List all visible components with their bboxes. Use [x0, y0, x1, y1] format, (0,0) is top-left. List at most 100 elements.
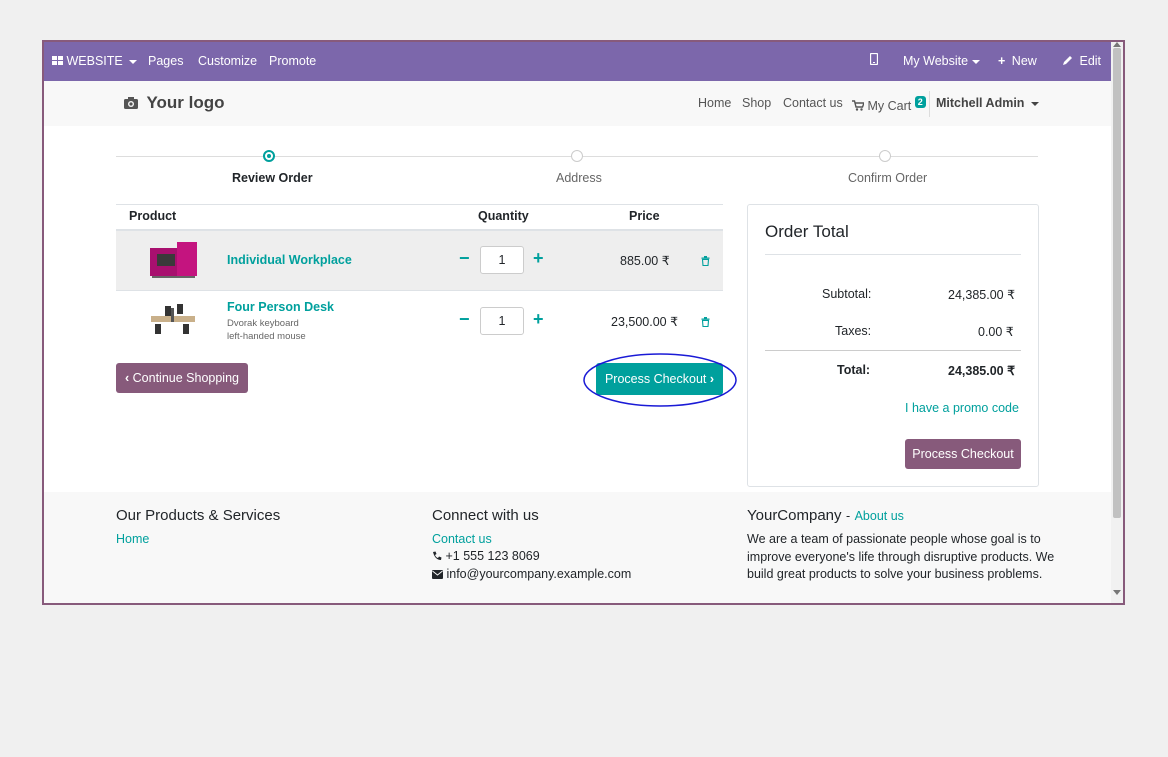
column-header-quantity: Quantity [478, 209, 529, 223]
footer-home-link[interactable]: Home [116, 532, 149, 546]
nav-contact[interactable]: Contact us [783, 96, 843, 110]
grid-icon [52, 56, 63, 65]
decrease-quantity-button[interactable]: − [459, 309, 470, 330]
product-name-four-person-desk[interactable]: Four Person Desk [227, 300, 334, 314]
site-logo[interactable]: Your logo [124, 93, 225, 113]
workplace-pod-image [150, 242, 197, 278]
email-address: info@yourcompany.example.com [446, 567, 632, 581]
promo-code-link[interactable]: I have a promo code [905, 401, 1019, 415]
footer-phone[interactable]: +1 555 123 8069 [432, 549, 540, 563]
step-dot-address [571, 150, 583, 162]
scrollbar-thumb[interactable] [1113, 48, 1121, 518]
cart-count-badge: 2 [914, 96, 926, 108]
footer-products-title: Our Products & Services [116, 507, 281, 524]
product-image-individual-workplace[interactable] [147, 240, 200, 280]
about-us-link[interactable]: About us [855, 509, 904, 523]
vertical-scrollbar[interactable] [1111, 42, 1123, 603]
pages-menu[interactable]: Pages [148, 54, 183, 68]
edit-button[interactable]: Edit [1062, 54, 1101, 68]
quantity-input[interactable]: 1 [480, 246, 524, 274]
nav-cart[interactable]: My Cart 2 [852, 96, 926, 113]
card-divider [765, 350, 1021, 351]
footer-company-heading: YourCompany - About us [747, 507, 904, 525]
cart-icon [852, 100, 866, 111]
chevron-down-icon [1031, 101, 1040, 106]
subtotal-label: Subtotal: [822, 287, 872, 301]
company-description-line: improve everyone's life through disrupti… [747, 550, 1055, 564]
my-website-label: My Website [903, 54, 969, 68]
mobile-icon [869, 52, 879, 66]
edit-label: Edit [1079, 54, 1102, 68]
logo-text: Your logo [146, 93, 225, 112]
scroll-down-arrow-icon[interactable] [1113, 590, 1121, 595]
plus-icon: + [998, 54, 1006, 68]
subtotal-value: 24,385.00 ₹ [948, 288, 1016, 302]
envelope-icon [432, 570, 443, 579]
product-variant-desc: left-handed mouse [227, 331, 306, 342]
promote-menu[interactable]: Promote [269, 54, 316, 68]
trash-icon[interactable] [701, 256, 710, 266]
chevron-down-icon [972, 59, 981, 64]
nav-shop[interactable]: Shop [742, 96, 771, 110]
order-total-title: Order Total [765, 222, 849, 241]
step-dot-confirm [879, 150, 891, 162]
product-name-individual-workplace[interactable]: Individual Workplace [227, 253, 352, 267]
pencil-icon [1063, 56, 1072, 65]
summary-process-checkout-button[interactable]: Process Checkout [905, 439, 1021, 469]
desk-image [151, 304, 195, 334]
card-divider [765, 254, 1021, 255]
phone-icon [433, 551, 442, 560]
nav-divider [929, 91, 930, 117]
company-name: YourCompany [747, 507, 842, 524]
site-header: Your logo Home Shop Contact us My Cart 2… [44, 81, 1111, 126]
cart-label: My Cart [867, 99, 912, 113]
customize-menu[interactable]: Customize [198, 54, 257, 68]
new-button[interactable]: + New [998, 54, 1037, 68]
product-variant-desc: Dvorak keyboard [227, 318, 299, 329]
step-review-order: Review Order [232, 171, 313, 185]
quantity-input[interactable]: 1 [480, 307, 524, 335]
heading-separator: - [845, 509, 851, 523]
step-dot-review-active [263, 150, 275, 162]
site-footer: Our Products & Services Home Connect wit… [44, 492, 1111, 603]
company-description-line: We are a team of passionate people whose… [747, 532, 1041, 546]
new-label: New [1011, 54, 1037, 68]
user-name: Mitchell Admin [936, 96, 1025, 110]
line-price: 885.00 ₹ [620, 254, 670, 268]
chevron-left-icon: ‹ [125, 371, 130, 385]
continue-shopping-button[interactable]: ‹ Continue Shopping [116, 363, 248, 393]
continue-shopping-label: Continue Shopping [132, 371, 239, 385]
company-description-line: build great products to solve your busin… [747, 567, 1043, 581]
table-top-border [116, 204, 723, 205]
increase-quantity-button[interactable]: + [533, 248, 544, 269]
column-header-product: Product [129, 209, 177, 223]
line-price: 23,500.00 ₹ [611, 315, 679, 329]
increase-quantity-button[interactable]: + [533, 309, 544, 330]
footer-email[interactable]: info@yourcompany.example.com [432, 567, 631, 581]
highlight-annotation-ellipse [583, 353, 737, 407]
taxes-label: Taxes: [835, 324, 872, 338]
step-confirm-order: Confirm Order [848, 171, 928, 185]
browser-viewport: WEBSITE Pages Customize Promote My Websi… [42, 40, 1125, 605]
website-menu[interactable]: WEBSITE [52, 54, 137, 68]
total-label: Total: [837, 363, 871, 377]
phone-number: +1 555 123 8069 [445, 549, 540, 563]
my-website-menu[interactable]: My Website [903, 54, 981, 68]
step-address: Address [556, 171, 602, 185]
mobile-preview-button[interactable] [869, 52, 879, 68]
column-header-price: Price [629, 209, 660, 223]
taxes-value: 0.00 ₹ [978, 325, 1014, 339]
camera-icon [124, 97, 138, 109]
trash-icon[interactable] [701, 317, 710, 327]
product-image-four-person-desk[interactable] [147, 302, 200, 338]
user-menu[interactable]: Mitchell Admin [936, 96, 1040, 110]
total-value: 24,385.00 ₹ [948, 364, 1016, 378]
chevron-down-icon [128, 59, 137, 64]
website-editor-bar: WEBSITE Pages Customize Promote My Websi… [44, 42, 1111, 81]
footer-contact-link[interactable]: Contact us [432, 532, 492, 546]
nav-home[interactable]: Home [698, 96, 731, 110]
decrease-quantity-button[interactable]: − [459, 248, 470, 269]
website-menu-label: WEBSITE [66, 54, 123, 68]
footer-connect-title: Connect with us [432, 507, 539, 524]
scroll-up-arrow-icon[interactable] [1113, 42, 1121, 47]
